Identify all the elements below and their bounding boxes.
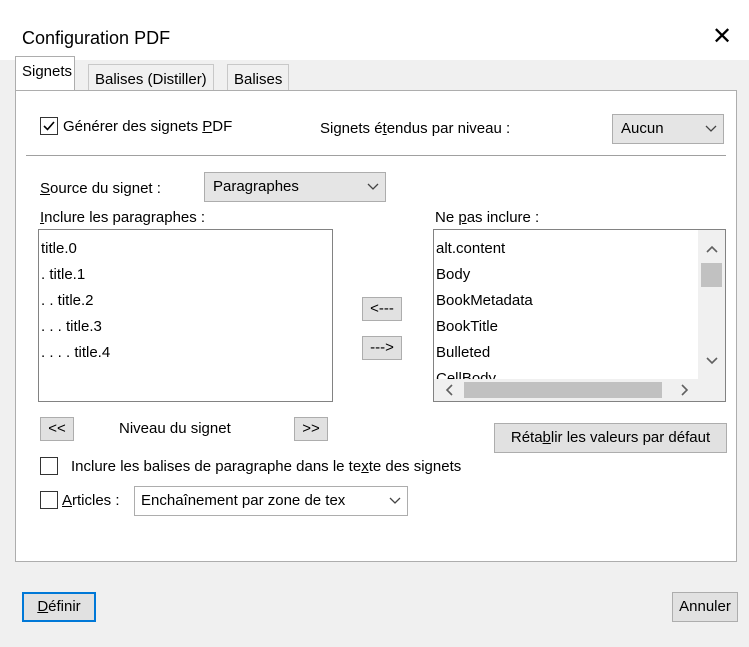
cancel-button[interactable]: Annuler xyxy=(672,592,738,622)
chevron-down-icon xyxy=(705,125,717,132)
articles-value: Enchaînement par zone de tex xyxy=(141,492,346,509)
articles-checkbox[interactable] xyxy=(40,491,58,509)
list-item[interactable]: title.0 xyxy=(41,240,77,257)
checkmark-icon xyxy=(43,121,55,131)
scroll-up-icon[interactable] xyxy=(706,244,718,254)
vertical-scrollbar[interactable] xyxy=(698,230,725,379)
list-item[interactable]: Bulleted xyxy=(436,344,490,361)
level-down-button[interactable]: << xyxy=(40,417,74,441)
expanded-level-value: Aucun xyxy=(621,120,664,137)
level-up-button[interactable]: >> xyxy=(294,417,328,441)
define-button[interactable]: Définir xyxy=(22,592,96,622)
scrollbar-thumb[interactable] xyxy=(701,263,722,287)
include-label: Inclure les paragraphes : xyxy=(40,209,206,226)
include-tags-checkbox[interactable] xyxy=(40,457,58,475)
horizontal-scrollbar-thumb[interactable] xyxy=(464,382,662,398)
list-item[interactable]: Body xyxy=(436,266,470,283)
separator xyxy=(26,155,726,156)
source-select[interactable]: Paragraphes xyxy=(204,172,386,202)
generate-bookmarks-checkbox[interactable] xyxy=(40,117,58,135)
list-item[interactable]: . title.1 xyxy=(41,266,85,283)
articles-select[interactable]: Enchaînement par zone de tex xyxy=(134,486,408,516)
list-item[interactable]: alt.content xyxy=(436,240,505,257)
scroll-left-icon[interactable] xyxy=(444,384,454,396)
tab-signets[interactable]: Signets xyxy=(15,56,75,90)
articles-label[interactable]: Articles : xyxy=(62,492,120,509)
scroll-right-icon[interactable] xyxy=(680,384,690,396)
list-item[interactable]: . . . title.3 xyxy=(41,318,102,335)
generate-bookmarks-label[interactable]: Générer des signets PDF xyxy=(63,118,232,135)
close-icon[interactable]: ✕ xyxy=(712,22,732,51)
bookmark-level-label: Niveau du signet xyxy=(119,420,231,437)
tab-panel-signets: Générer des signets PDF Signets étendus … xyxy=(15,90,737,562)
pdf-config-dialog: Configuration PDF ✕ Signets Balises (Dis… xyxy=(0,0,749,647)
list-item[interactable]: . . . . title.4 xyxy=(41,344,110,361)
source-label: Source du signet : xyxy=(40,180,161,197)
list-item[interactable]: . . title.2 xyxy=(41,292,94,309)
reset-defaults-button[interactable]: Rétablir les valeurs par défaut xyxy=(494,423,727,453)
chevron-down-icon xyxy=(389,497,401,504)
list-item[interactable]: BookTitle xyxy=(436,318,498,335)
include-paragraphs-list[interactable]: title.0 . title.1 . . title.2 . . . titl… xyxy=(38,229,333,402)
move-to-exclude-button[interactable]: ---> xyxy=(362,336,402,360)
include-tags-label[interactable]: Inclure les balises de paragraphe dans l… xyxy=(71,458,461,475)
source-value: Paragraphes xyxy=(213,178,299,195)
title-bar: Configuration PDF ✕ xyxy=(0,10,749,60)
scroll-down-icon[interactable] xyxy=(706,356,718,366)
move-to-include-button[interactable]: <--- xyxy=(362,297,402,321)
expanded-level-select[interactable]: Aucun xyxy=(612,114,724,144)
horizontal-scrollbar[interactable] xyxy=(434,379,725,401)
exclude-paragraphs-list[interactable]: alt.content Body BookMetadata BookTitle … xyxy=(433,229,726,402)
list-item[interactable]: BookMetadata xyxy=(436,292,533,309)
exclude-label: Ne pas inclure : xyxy=(435,209,540,226)
dialog-title: Configuration PDF xyxy=(22,28,171,48)
chevron-down-icon xyxy=(367,183,379,190)
expanded-bookmarks-label: Signets étendus par niveau : xyxy=(320,120,511,137)
